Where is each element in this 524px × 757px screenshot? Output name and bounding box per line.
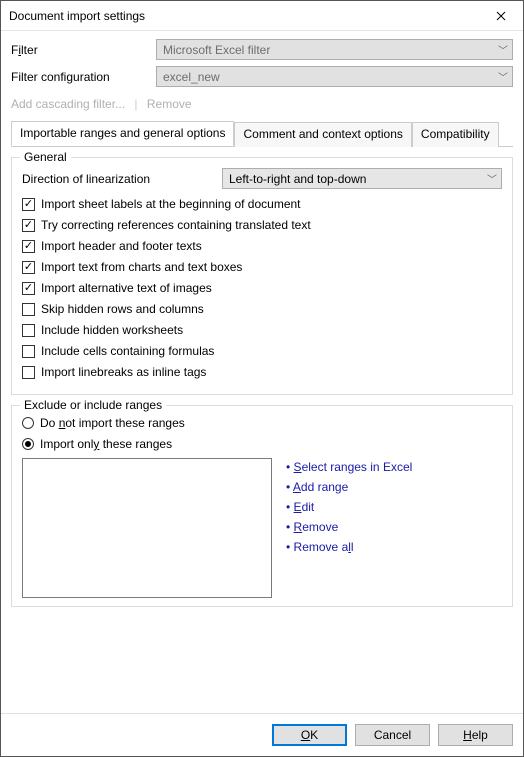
general-group: General Direction of linearization Left-… (11, 157, 513, 395)
chk-import-sheet-labels[interactable]: Import sheet labels at the beginning of … (22, 197, 502, 211)
ok-button[interactable]: OK (272, 724, 347, 746)
chk-linebreaks-inline[interactable]: Import linebreaks as inline tags (22, 365, 502, 379)
radio-icon (22, 438, 34, 450)
chevron-down-icon: ﹀ (487, 171, 497, 186)
linearization-combo[interactable]: Left-to-right and top-down ﹀ (222, 168, 502, 189)
tab-comment-context[interactable]: Comment and context options (234, 122, 411, 147)
ranges-group: Exclude or include ranges Do not import … (11, 405, 513, 607)
checkbox-icon (22, 240, 35, 253)
filter-config-label: Filter configuration (11, 70, 156, 84)
linearization-row: Direction of linearization Left-to-right… (22, 168, 502, 189)
close-button[interactable] (478, 1, 523, 30)
filter-combo-value: Microsoft Excel filter (163, 43, 270, 57)
chevron-down-icon: ﹀ (498, 69, 508, 84)
link-add-range[interactable]: Add range (286, 480, 412, 494)
filter-combo[interactable]: Microsoft Excel filter ﹀ (156, 39, 513, 60)
checkbox-icon (22, 198, 35, 211)
checkbox-icon (22, 345, 35, 358)
ranges-listbox[interactable] (22, 458, 272, 598)
filter-config-row: Filter configuration excel_new ﹀ (11, 66, 513, 87)
close-icon (496, 11, 506, 21)
dialog-footer: OK Cancel Help (1, 713, 523, 756)
checkbox-icon (22, 261, 35, 274)
filter-label: Filter (11, 43, 156, 57)
filter-link-row: Add cascading filter... | Remove (11, 97, 513, 111)
chk-skip-hidden-rows[interactable]: Skip hidden rows and columns (22, 302, 502, 316)
link-select-ranges[interactable]: Select ranges in Excel (286, 460, 412, 474)
cancel-button[interactable]: Cancel (355, 724, 430, 746)
chk-charts-textboxes[interactable]: Import text from charts and text boxes (22, 260, 502, 274)
link-remove-all[interactable]: Remove all (286, 540, 412, 554)
filter-config-combo[interactable]: excel_new ﹀ (156, 66, 513, 87)
tab-compatibility[interactable]: Compatibility (412, 122, 499, 147)
tab-importable-ranges[interactable]: Importable ranges and general options (11, 121, 234, 146)
chk-cells-formulas[interactable]: Include cells containing formulas (22, 344, 502, 358)
general-legend: General (20, 150, 71, 164)
link-remove-range[interactable]: Remove (286, 520, 412, 534)
ranges-legend: Exclude or include ranges (20, 398, 166, 412)
titlebar: Document import settings (1, 1, 523, 31)
radio-do-not-import[interactable]: Do not import these ranges (22, 416, 502, 430)
window-title: Document import settings (9, 9, 145, 23)
checkbox-icon (22, 303, 35, 316)
filter-row: Filter Microsoft Excel filter ﹀ (11, 39, 513, 60)
help-button[interactable]: Help (438, 724, 513, 746)
checkbox-icon (22, 282, 35, 295)
chevron-down-icon: ﹀ (498, 42, 508, 57)
chk-include-hidden-ws[interactable]: Include hidden worksheets (22, 323, 502, 337)
ranges-action-links: Select ranges in Excel Add range Edit Re… (286, 458, 412, 598)
dialog-window: Document import settings Filter Microsof… (0, 0, 524, 757)
checkbox-icon (22, 366, 35, 379)
ranges-actions-row: Select ranges in Excel Add range Edit Re… (22, 458, 502, 598)
remove-filter-link[interactable]: Remove (147, 97, 192, 111)
content-area: Filter Microsoft Excel filter ﹀ Filter c… (1, 31, 523, 713)
checkbox-icon (22, 324, 35, 337)
chk-correct-references[interactable]: Try correcting references containing tra… (22, 218, 502, 232)
chk-alt-text-images[interactable]: Import alternative text of images (22, 281, 502, 295)
chk-header-footer[interactable]: Import header and footer texts (22, 239, 502, 253)
filter-config-value: excel_new (163, 70, 220, 84)
tabstrip: Importable ranges and general options Co… (11, 121, 513, 147)
link-edit-range[interactable]: Edit (286, 500, 412, 514)
radio-import-only[interactable]: Import only these ranges (22, 437, 502, 451)
checkbox-icon (22, 219, 35, 232)
linearization-value: Left-to-right and top-down (229, 172, 366, 186)
add-cascading-link[interactable]: Add cascading filter... (11, 97, 125, 111)
linearization-label: Direction of linearization (22, 172, 222, 186)
radio-icon (22, 417, 34, 429)
